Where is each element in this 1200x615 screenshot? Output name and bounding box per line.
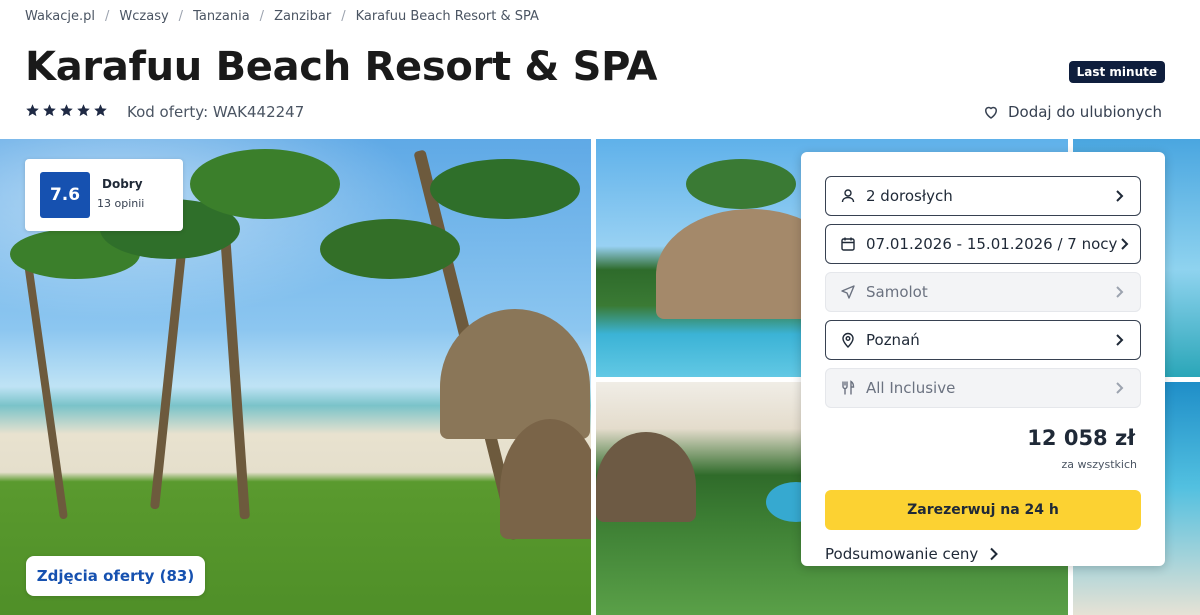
rating-card[interactable]: 7.6 Dobry 13 opinii <box>25 159 183 231</box>
offer-code: Kod oferty: WAK442247 <box>127 103 305 121</box>
travelers-label: 2 dorosłych <box>866 187 953 205</box>
star-rating <box>25 103 108 118</box>
chevron-right-icon <box>1116 382 1124 394</box>
chevron-right-icon <box>1116 286 1124 298</box>
price-summary-link[interactable]: Podsumowanie ceny <box>825 545 1000 563</box>
breadcrumb-item-zanzibar[interactable]: Zanzibar <box>274 9 331 24</box>
palm-decoration <box>320 219 460 279</box>
palm-decoration <box>23 260 68 520</box>
breadcrumb-item-hotel[interactable]: Karafuu Beach Resort & SPA <box>356 9 539 24</box>
calendar-icon <box>841 237 855 251</box>
chevron-right-icon <box>990 547 999 561</box>
breadcrumb-item-tanzania[interactable]: Tanzania <box>193 9 250 24</box>
last-minute-badge: Last minute <box>1068 61 1165 83</box>
departure-city-field[interactable]: Poznań <box>825 320 1141 360</box>
main-hotel-photo[interactable]: 7.6 Dobry 13 opinii Zdjęcia oferty (83) <box>0 139 591 615</box>
breadcrumb-item-home[interactable]: Wakacje.pl <box>25 9 95 24</box>
star-icon <box>43 104 56 117</box>
add-to-favorites-label: Dodaj do ulubionych <box>1007 103 1162 121</box>
breadcrumb-separator: / <box>259 9 265 24</box>
transport-label: Samolot <box>866 283 928 301</box>
plane-icon <box>841 285 855 299</box>
breadcrumb-separator: / <box>105 9 110 24</box>
star-icon <box>94 104 107 117</box>
departure-city-label: Poznań <box>866 331 920 349</box>
board-type-label: All Inclusive <box>866 379 956 397</box>
location-pin-icon <box>842 332 854 348</box>
transport-field[interactable]: Samolot <box>825 272 1141 312</box>
palm-decoration <box>190 149 340 219</box>
offer-photos-button[interactable]: Zdjęcia oferty (83) <box>26 556 205 596</box>
total-price: 12 058 zł <box>1027 426 1135 450</box>
price-note: za wszystkich <box>1061 458 1137 471</box>
chevron-right-icon <box>1116 190 1124 202</box>
dates-label: 07.01.2026 - 15.01.2026 / 7 nocy <box>866 235 1118 253</box>
booking-panel: 2 dorosłych 07.01.2026 - 15.01.2026 / 7 … <box>801 152 1165 566</box>
star-icon <box>26 104 39 117</box>
hut-decoration <box>596 432 696 522</box>
person-icon <box>841 189 855 203</box>
palm-decoration <box>430 159 580 219</box>
breadcrumb-item-wczasy[interactable]: Wczasy <box>119 9 168 24</box>
heart-icon <box>984 106 997 119</box>
star-icon <box>77 104 90 117</box>
add-to-favorites-button[interactable]: Dodaj do ulubionych <box>982 103 1162 121</box>
breadcrumb-separator: / <box>341 9 346 24</box>
page-title: Karafuu Beach Resort & SPA <box>25 44 658 90</box>
palm-decoration <box>150 230 189 510</box>
palm-decoration <box>686 159 796 209</box>
chevron-right-icon <box>1116 334 1124 346</box>
book-button[interactable]: Zarezerwuj na 24 h <box>825 490 1141 530</box>
cutlery-icon <box>842 380 855 395</box>
rating-count: 13 opinii <box>97 197 145 210</box>
rating-score: 7.6 <box>40 172 90 218</box>
star-icon <box>60 104 73 117</box>
breadcrumb-separator: / <box>178 9 184 24</box>
breadcrumb: Wakacje.pl / Wczasy / Tanzania / Zanziba… <box>25 9 539 24</box>
dates-field[interactable]: 07.01.2026 - 15.01.2026 / 7 nocy <box>825 224 1141 264</box>
chevron-right-icon <box>1121 238 1129 250</box>
rating-label: Dobry <box>102 177 143 191</box>
price-summary-label: Podsumowanie ceny <box>825 545 979 563</box>
travelers-field[interactable]: 2 dorosłych <box>825 176 1141 216</box>
board-type-field[interactable]: All Inclusive <box>825 368 1141 408</box>
